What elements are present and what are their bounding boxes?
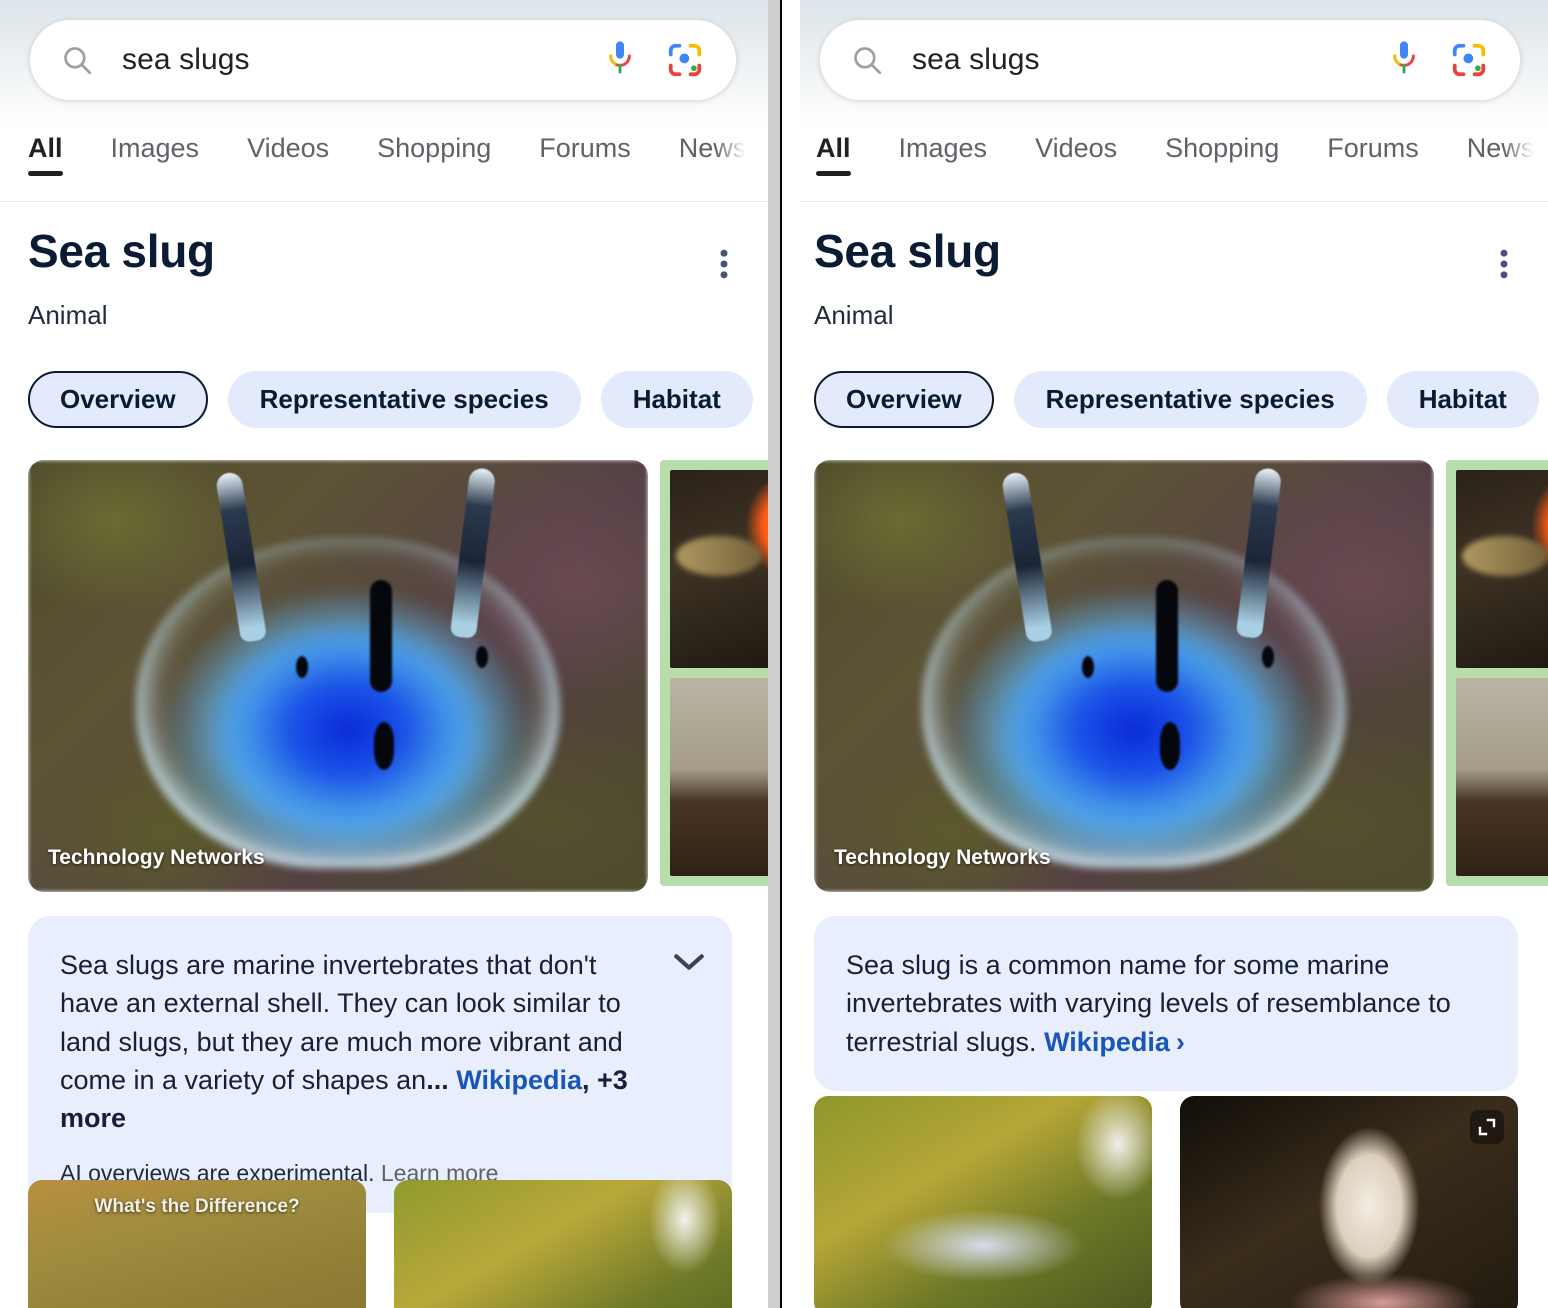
expand-icon[interactable] xyxy=(1470,1110,1504,1144)
hero-image-credit: Technology Networks xyxy=(48,846,265,869)
search-tabs: All Images Videos Shopping Forums News xyxy=(0,126,768,202)
search-bar[interactable]: sea slugs xyxy=(820,20,1520,100)
page-title: Sea slug xyxy=(814,225,1001,277)
hero-image[interactable]: Technology Networks xyxy=(814,460,1434,892)
page-title: Sea slug xyxy=(28,225,215,277)
ai-overview-card[interactable]: Sea slugs are marine invertebrates that … xyxy=(28,916,732,1213)
kebab-menu-icon[interactable] xyxy=(704,244,744,284)
tab-videos[interactable]: Videos xyxy=(247,126,329,176)
rail-thumbnail-2[interactable] xyxy=(1456,678,1548,876)
right-browser-panel: sea slugs All Images Videos Shopping For… xyxy=(800,0,1548,1308)
hero-slug-eye-right xyxy=(476,646,488,668)
search-icon xyxy=(60,43,94,77)
tab-forums[interactable]: Forums xyxy=(539,126,631,176)
tab-images[interactable]: Images xyxy=(899,126,988,176)
search-input[interactable]: sea slugs xyxy=(912,43,1388,77)
chip-representative-species[interactable]: Representative species xyxy=(1013,371,1367,428)
knowledge-panel-media: Technology Networks xyxy=(28,460,768,892)
hero-slug-eye-right xyxy=(1262,646,1274,668)
kebab-menu-icon[interactable] xyxy=(1484,244,1524,284)
left-browser-panel: sea slugs All Images Videos Shopping For… xyxy=(0,0,768,1308)
bottom-thumbnail-1[interactable] xyxy=(814,1096,1152,1308)
bottom-thumbnail-2[interactable] xyxy=(394,1180,732,1308)
microphone-icon[interactable] xyxy=(604,40,636,80)
knowledge-panel-chips: Overview Representative species Habitat xyxy=(28,371,753,428)
ai-overview-ellipsis: ... xyxy=(426,1064,449,1095)
hero-slug-stripe xyxy=(1156,580,1178,692)
hero-slug-lower-spot xyxy=(374,722,394,770)
screenshot-root: sea slugs All Images Videos Shopping For… xyxy=(0,0,1548,1308)
tab-all[interactable]: All xyxy=(28,126,63,177)
chip-overview[interactable]: Overview xyxy=(28,371,208,428)
google-lens-icon[interactable] xyxy=(666,41,704,79)
tab-forums[interactable]: Forums xyxy=(1327,126,1419,176)
bottom-thumbnail-1-caption: What's the Difference? xyxy=(94,1196,300,1217)
knowledge-panel-chips: Overview Representative species Habitat xyxy=(814,371,1539,428)
hero-slug-eye-left xyxy=(296,656,308,678)
google-lens-icon[interactable] xyxy=(1450,41,1488,79)
knowledge-panel-header: Sea slug Animal xyxy=(0,225,768,331)
search-bar[interactable]: sea slugs xyxy=(30,20,736,100)
bottom-thumbnail-1[interactable]: What's the Difference? xyxy=(28,1180,366,1308)
tab-images[interactable]: Images xyxy=(111,126,200,176)
search-icon xyxy=(850,43,884,77)
tab-shopping[interactable]: Shopping xyxy=(1165,126,1279,176)
chevron-down-icon[interactable] xyxy=(672,952,706,972)
left-panel-scrollbar[interactable] xyxy=(768,0,780,1308)
thumbnail-rail xyxy=(660,460,768,886)
knowledge-panel-media: Technology Networks xyxy=(814,460,1548,892)
tab-news[interactable]: News xyxy=(1467,126,1535,176)
bottom-thumbnail-strip: What's the Difference? xyxy=(28,1180,732,1308)
description-source-link[interactable]: Wikipedia xyxy=(1044,1027,1170,1057)
tab-news[interactable]: News xyxy=(679,126,747,176)
tab-shopping[interactable]: Shopping xyxy=(377,126,491,176)
bottom-thumbnail-strip xyxy=(814,1096,1518,1308)
chevron-right-icon[interactable]: › xyxy=(1176,1027,1185,1057)
rail-thumbnail-2[interactable] xyxy=(670,678,768,876)
chip-habitat[interactable]: Habitat xyxy=(600,371,753,428)
ai-overview-source-link[interactable]: Wikipedia xyxy=(456,1065,582,1095)
ai-overview-text: Sea slugs are marine invertebrates that … xyxy=(60,946,700,1138)
rail-thumbnail-1[interactable] xyxy=(670,470,768,668)
tab-all[interactable]: All xyxy=(816,126,851,177)
chip-habitat[interactable]: Habitat xyxy=(1386,371,1539,428)
thumbnail-rail xyxy=(1446,460,1548,886)
hero-slug-stripe xyxy=(370,580,392,692)
description-text: Sea slug is a common name for some marin… xyxy=(846,946,1486,1061)
hero-image-credit: Technology Networks xyxy=(834,846,1051,869)
microphone-icon[interactable] xyxy=(1388,40,1420,80)
knowledge-panel-header: Sea slug Animal xyxy=(800,225,1548,331)
bottom-thumbnail-2[interactable] xyxy=(1180,1096,1518,1308)
tab-videos[interactable]: Videos xyxy=(1035,126,1117,176)
hero-slug-lower-spot xyxy=(1160,722,1180,770)
page-subtitle: Animal xyxy=(28,300,108,330)
panel-divider xyxy=(780,0,782,1308)
hero-slug-eye-left xyxy=(1082,656,1094,678)
search-tabs: All Images Videos Shopping Forums News xyxy=(800,126,1548,202)
chip-representative-species[interactable]: Representative species xyxy=(227,371,581,428)
search-input[interactable]: sea slugs xyxy=(122,43,604,77)
chip-overview[interactable]: Overview xyxy=(814,371,994,428)
hero-image[interactable]: Technology Networks xyxy=(28,460,648,892)
page-subtitle: Animal xyxy=(814,300,894,330)
description-card: Sea slug is a common name for some marin… xyxy=(814,916,1518,1091)
rail-thumbnail-1[interactable] xyxy=(1456,470,1548,668)
